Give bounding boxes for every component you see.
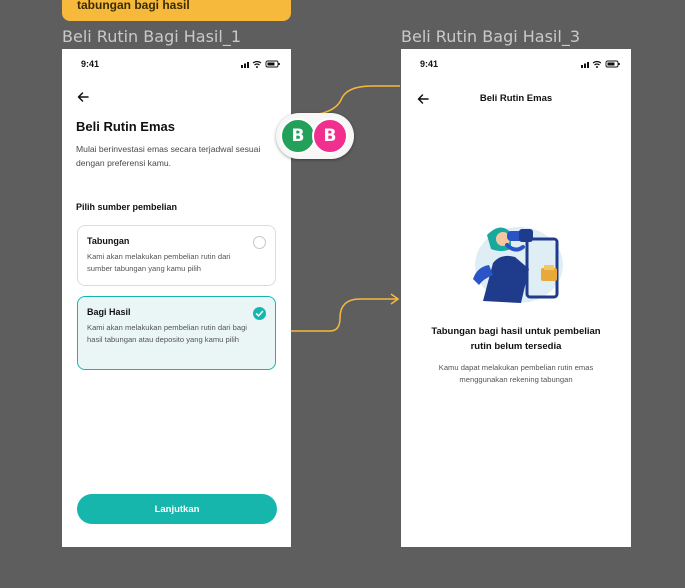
avatar[interactable]: B: [312, 118, 348, 154]
status-time: 9:41: [420, 59, 439, 69]
lanjutkan-button[interactable]: Lanjutkan: [77, 494, 277, 524]
option-tabungan-description: Kami akan melakukan pembelian rutin dari…: [87, 252, 231, 273]
option-tabungan[interactable]: Tabungan Kami akan melakukan pembelian r…: [77, 225, 276, 286]
option-bagi-hasil-description: Kami akan melakukan pembelian rutin dari…: [87, 323, 247, 344]
binoculars-illustration: [473, 227, 563, 303]
wifi-icon: [592, 60, 602, 68]
header-title: Beli Rutin Emas: [479, 93, 553, 104]
check-icon: [255, 310, 264, 317]
empty-state-title: Tabungan bagi hasil untuk pembelian ruti…: [431, 326, 601, 352]
battery-icon: [605, 60, 620, 68]
signal-icon: [241, 62, 249, 68]
connector-line-top: [296, 85, 400, 117]
status-icons: [581, 60, 620, 68]
signal-icon: [581, 62, 589, 68]
wifi-icon: [252, 60, 262, 68]
screen-beli-rutin-3: 9:41 Beli Rutin Emas Tabungan bagi hasil…: [401, 49, 631, 547]
avatar[interactable]: B: [280, 118, 316, 154]
page-description: Mulai berinvestasi emas secara terjadwal…: [76, 144, 261, 168]
option-tabungan-radio[interactable]: [253, 236, 266, 249]
source-section-label: Pilih sumber pembelian: [76, 202, 178, 212]
back-arrow-icon[interactable]: [76, 90, 90, 104]
empty-state-description: Kamu dapat melakukan pembelian rutin ema…: [438, 363, 594, 384]
status-time: 9:41: [81, 59, 100, 69]
option-tabungan-title: Tabungan: [87, 236, 130, 246]
connector-line-bottom: [278, 298, 397, 332]
collaborator-avatars[interactable]: B B: [276, 113, 354, 159]
page-title: Beli Rutin Emas: [76, 119, 175, 134]
option-bagi-hasil-radio[interactable]: [253, 307, 266, 320]
status-icons: [241, 60, 280, 68]
battery-icon: [265, 60, 280, 68]
option-bagi-hasil-title: Bagi Hasil: [87, 307, 131, 317]
screen-beli-rutin-1: 9:41 Beli Rutin Emas Mulai berinvestasi …: [62, 49, 291, 547]
option-bagi-hasil[interactable]: Bagi Hasil Kami akan melakukan pembelian…: [77, 296, 276, 370]
